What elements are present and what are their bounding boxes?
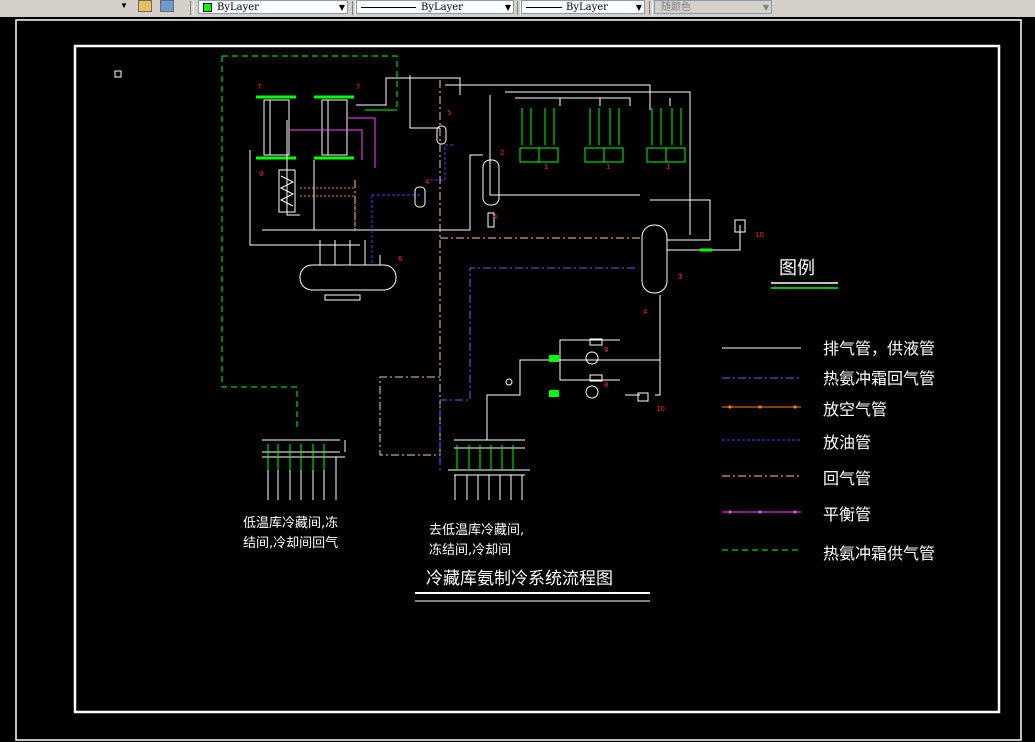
- legend-item-return-gas: 回气管: [823, 469, 872, 488]
- equipment-number-1b: 1: [606, 163, 611, 171]
- color-control-dropdown[interactable]: ByLayer ▼: [198, 0, 348, 14]
- left-note-line1: 低温库冷藏间,冻: [243, 516, 339, 531]
- lineweight-control-dropdown[interactable]: ByLayer ▼: [521, 0, 645, 14]
- plotstyle-control-label: 随颜色: [661, 2, 691, 13]
- equipment-number-8b: 8: [604, 381, 609, 389]
- legend-item-defrost-return: 热氨冲霜回气管: [823, 369, 936, 388]
- legend-item-discharge: 排气管，供液管: [823, 339, 936, 358]
- equipment-number-8a: 8: [604, 346, 609, 354]
- legend-item-purge: 放空气管: [823, 400, 888, 419]
- equipment-number-7a: 7: [257, 83, 262, 91]
- chevron-down-icon: ▼: [338, 3, 345, 12]
- legend-item-defrost-supply: 热氨冲霜供气管: [823, 544, 936, 563]
- equipment-number-2: 2: [500, 149, 505, 157]
- plotstyle-control-dropdown[interactable]: 随颜色 ▼: [654, 0, 772, 14]
- equipment-number-1c: 1: [666, 163, 671, 171]
- equipment-number-1a: 1: [544, 163, 549, 171]
- legend-item-balance: 平衡管: [823, 505, 872, 524]
- equipment-number-3: 3: [678, 273, 683, 281]
- linetype-sample: [361, 7, 416, 8]
- equipment-number-4b: 4: [493, 213, 498, 221]
- legend-item-oil-drain: 放油管: [823, 433, 872, 452]
- process-diagram: [221, 55, 746, 500]
- legend-title: 图例: [779, 258, 815, 279]
- toolbar-separator: [649, 1, 653, 15]
- equipment-number-9: 9: [259, 170, 264, 178]
- equipment-number-10b: 10: [656, 405, 665, 413]
- equipment-number-5: 5: [447, 109, 452, 117]
- left-note-line2: 结间,冷却间回气: [243, 536, 339, 551]
- layer-states-icon[interactable]: [138, 0, 152, 12]
- lineweight-control-label: ByLayer: [566, 2, 608, 13]
- lineweight-sample: [526, 7, 562, 8]
- center-note-line1: 去低温库冷藏间,: [429, 523, 525, 538]
- color-control-label: ByLayer: [217, 2, 259, 13]
- center-note-line2: 冻结间,冷却间: [429, 543, 512, 558]
- equipment-number-6: 6: [398, 255, 403, 263]
- chevron-down-icon: ▼: [762, 3, 769, 12]
- linetype-control-dropdown[interactable]: ByLayer ▼: [356, 0, 514, 14]
- properties-toolbar: ▼ ByLayer ▼ ByLayer ▼ ByLayer ▼ 随颜色 ▼: [0, 0, 1035, 18]
- ucs-marker: [114, 70, 122, 78]
- color-swatch-icon: [203, 3, 212, 12]
- equipment-number-4a: 4: [425, 178, 430, 186]
- toolbar-separator: [190, 1, 194, 15]
- equipment-number-10a: 10: [755, 231, 764, 239]
- chevron-down-icon: ▼: [635, 3, 642, 12]
- legend-samples: [722, 282, 838, 551]
- equipment-number-7b: 7: [356, 83, 361, 91]
- drawing-title: 冷藏库氨制冷系统流程图: [426, 569, 613, 589]
- layer-previous-icon[interactable]: [160, 0, 174, 12]
- layer-dropdown-arrow[interactable]: ▼: [120, 1, 128, 10]
- drawing-canvas[interactable]: 7 7 5 2 9 4 4 6 1 1 1 10 3 8 8 10 4 图例 排…: [0, 17, 1035, 742]
- equipment-number-4c: 4: [643, 308, 648, 316]
- linetype-control-label: ByLayer: [421, 2, 463, 13]
- chevron-down-icon: ▼: [504, 3, 511, 12]
